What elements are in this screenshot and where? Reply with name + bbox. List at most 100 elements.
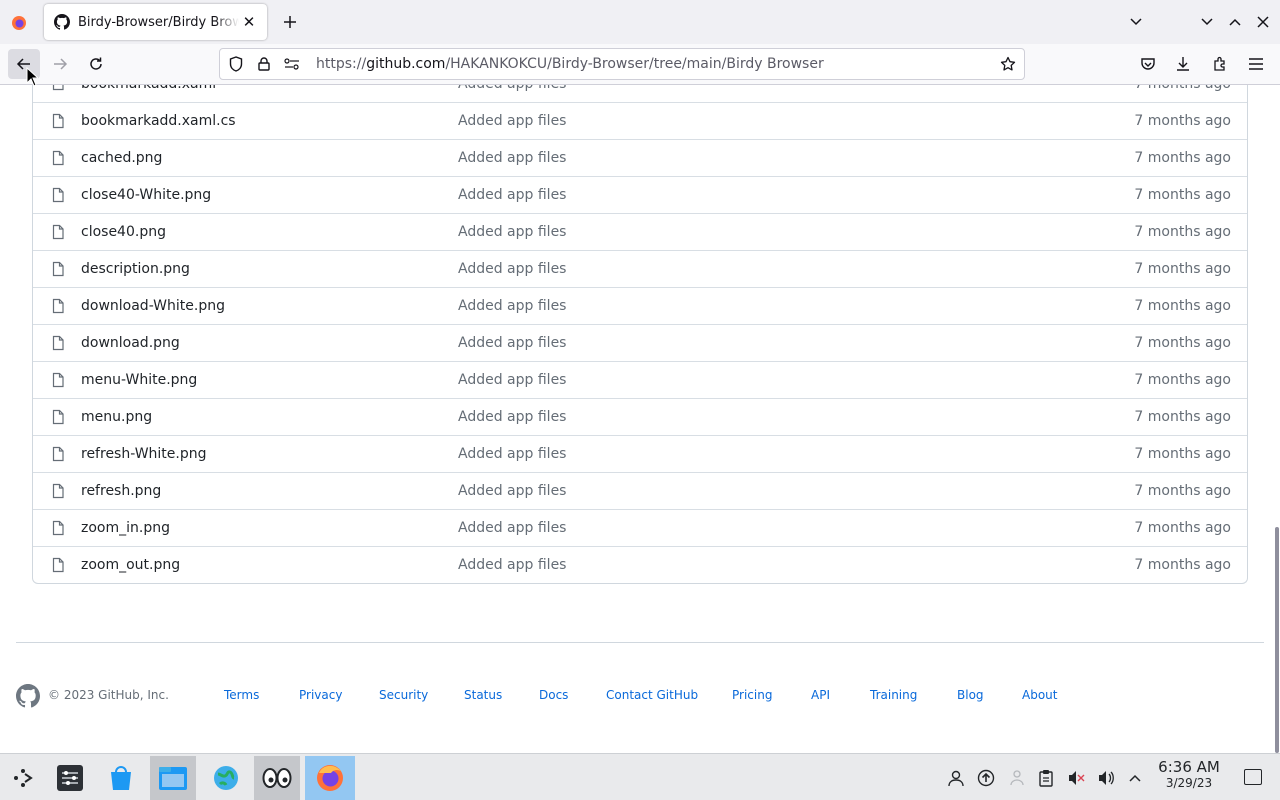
user-icon[interactable] (946, 768, 966, 788)
file-name-link[interactable]: refresh-White.png (81, 446, 207, 462)
file-row: bookmarkadd.xaml Added app files 7 months … (33, 85, 1247, 102)
bookmark-star-icon[interactable] (998, 54, 1018, 74)
footer-link-terms[interactable]: Terms (224, 688, 259, 702)
commit-message-link[interactable]: Added app files (458, 187, 566, 203)
commit-message-link[interactable]: Added app files (458, 150, 566, 166)
close-window-icon[interactable] (1251, 10, 1275, 34)
commit-message-link[interactable]: Added app files (458, 483, 566, 499)
github-logo-icon[interactable] (16, 684, 40, 708)
footer-link-blog[interactable]: Blog (957, 688, 984, 702)
file-name-link[interactable]: download-White.png (81, 298, 225, 314)
file-name-link[interactable]: download.png (81, 335, 180, 351)
file-name-link[interactable]: zoom_in.png (81, 520, 170, 536)
system-settings-icon[interactable] (47, 756, 93, 800)
commit-message-link[interactable]: Added app files (458, 446, 566, 462)
url-text[interactable]: https://github.com/HAKANKOKCU/Birdy-Brow… (316, 56, 824, 72)
tray-expand-icon[interactable] (1125, 768, 1145, 788)
commit-message-link[interactable]: Added app files (458, 335, 566, 351)
commit-message-link[interactable]: Added app files (458, 261, 566, 277)
footer-link-privacy[interactable]: Privacy (299, 688, 342, 702)
show-desktop-icon[interactable] (1244, 769, 1262, 785)
pocket-icon[interactable] (1132, 49, 1164, 79)
commit-age: 7 months ago (1134, 446, 1231, 462)
file-name-link[interactable]: bookmarkadd.xaml (81, 85, 216, 92)
commit-message-link[interactable]: Added app files (458, 298, 566, 314)
file-name-link[interactable]: zoom_out.png (81, 557, 180, 573)
github-icon (54, 14, 70, 30)
file-row: refresh.png Added app files 7 months ago (33, 472, 1247, 509)
file-row: download.png Added app files 7 months ago (33, 324, 1247, 361)
file-manager-icon[interactable] (150, 756, 196, 800)
footer-link-status[interactable]: Status (464, 688, 502, 702)
file-name-link[interactable]: description.png (81, 261, 190, 277)
file-name-link[interactable]: close40-White.png (81, 187, 211, 203)
file-name-link[interactable]: refresh.png (81, 483, 161, 499)
commit-message-link[interactable]: Added app files (458, 224, 566, 240)
file-row: description.png Added app files 7 months a… (33, 250, 1247, 287)
app-menu-icon[interactable] (1240, 49, 1272, 79)
file-name-link[interactable]: menu.png (81, 409, 152, 425)
file-icon (50, 187, 66, 203)
footer-link-security[interactable]: Security (379, 688, 428, 702)
commit-message-link[interactable]: Added app files (458, 372, 566, 388)
taskbar (0, 753, 1280, 800)
clock-date: 3/29/23 (1165, 776, 1213, 790)
file-row: bookmarkadd.xaml.cs Added app files 7 mont… (33, 102, 1247, 139)
commit-age: 7 months ago (1134, 187, 1231, 203)
lock-icon[interactable] (254, 54, 274, 74)
forward-button[interactable] (44, 49, 76, 79)
list-all-tabs-icon[interactable] (1124, 10, 1148, 34)
footer-link-api[interactable]: API (811, 688, 830, 702)
tab-close-icon[interactable]: ✕ (239, 12, 259, 32)
file-icon (50, 85, 66, 91)
updates-icon[interactable] (976, 768, 996, 788)
firefox-taskbar-icon[interactable] (305, 756, 355, 800)
file-name-link[interactable]: menu-White.png (81, 372, 197, 388)
discover-store-icon[interactable] (98, 756, 144, 800)
file-name-link[interactable]: cached.png (81, 150, 162, 166)
volume-icon[interactable] (1096, 768, 1116, 788)
commit-message-link[interactable]: Added app files (458, 85, 566, 92)
commit-age: 7 months ago (1134, 557, 1231, 573)
permissions-icon[interactable] (282, 54, 302, 74)
file-row: close40-White.png Added app files 7 months… (33, 176, 1247, 213)
clipboard-icon[interactable] (1036, 768, 1056, 788)
file-icon (50, 372, 66, 388)
commit-age: 7 months ago (1134, 224, 1231, 240)
footer-link-about[interactable]: About (1022, 688, 1057, 702)
commit-message-link[interactable]: Added app files (458, 409, 566, 425)
tracking-protection-icon[interactable] (226, 54, 246, 74)
downloads-icon[interactable] (1167, 49, 1199, 79)
file-icon (50, 113, 66, 129)
clock[interactable]: 6:36 AM 3/29/23 (1152, 758, 1226, 790)
app-launcher-icon[interactable] (0, 756, 46, 800)
footer-copyright: © 2023 GitHub, Inc. (48, 688, 169, 702)
url-bar[interactable]: https://github.com/HAKANKOKCU/Birdy-Brow… (219, 48, 1025, 80)
new-tab-icon[interactable] (278, 10, 302, 34)
file-icon (50, 150, 66, 166)
footer-link-training[interactable]: Training (870, 688, 917, 702)
footer-link-docs[interactable]: Docs (539, 688, 568, 702)
commit-message-link[interactable]: Added app files (458, 520, 566, 536)
navigation-toolbar: https://github.com/HAKANKOKCU/Birdy-Brow… (0, 44, 1280, 85)
network-icon[interactable] (1007, 768, 1027, 788)
commit-age: 7 months ago (1134, 113, 1231, 129)
file-name-link[interactable]: close40.png (81, 224, 166, 240)
file-row: menu.png Added app files 7 months ago (33, 398, 1247, 435)
commit-message-link[interactable]: Added app files (458, 557, 566, 573)
footer-link-pricing[interactable]: Pricing (732, 688, 772, 702)
eyes-app-icon[interactable] (254, 756, 300, 800)
browser-tab-active[interactable]: Birdy-Browser/Birdy Browser at main · HA… (44, 4, 267, 40)
audio-muted-icon[interactable] (1066, 768, 1086, 788)
maximize-icon[interactable] (1223, 10, 1247, 34)
file-name-link[interactable]: bookmarkadd.xaml.cs (81, 113, 236, 129)
firefox-view-icon[interactable] (8, 12, 30, 34)
tab-strip: Birdy-Browser/Birdy Browser at main · HA… (0, 0, 1280, 44)
commit-message-link[interactable]: Added app files (458, 113, 566, 129)
web-browser-globe-icon[interactable] (203, 756, 249, 800)
extensions-icon[interactable] (1204, 49, 1236, 79)
page-scrollbar[interactable] (1275, 527, 1279, 753)
footer-link-contact[interactable]: Contact GitHub (606, 688, 698, 702)
minimize-icon[interactable] (1195, 10, 1219, 34)
reload-button[interactable] (80, 49, 112, 79)
